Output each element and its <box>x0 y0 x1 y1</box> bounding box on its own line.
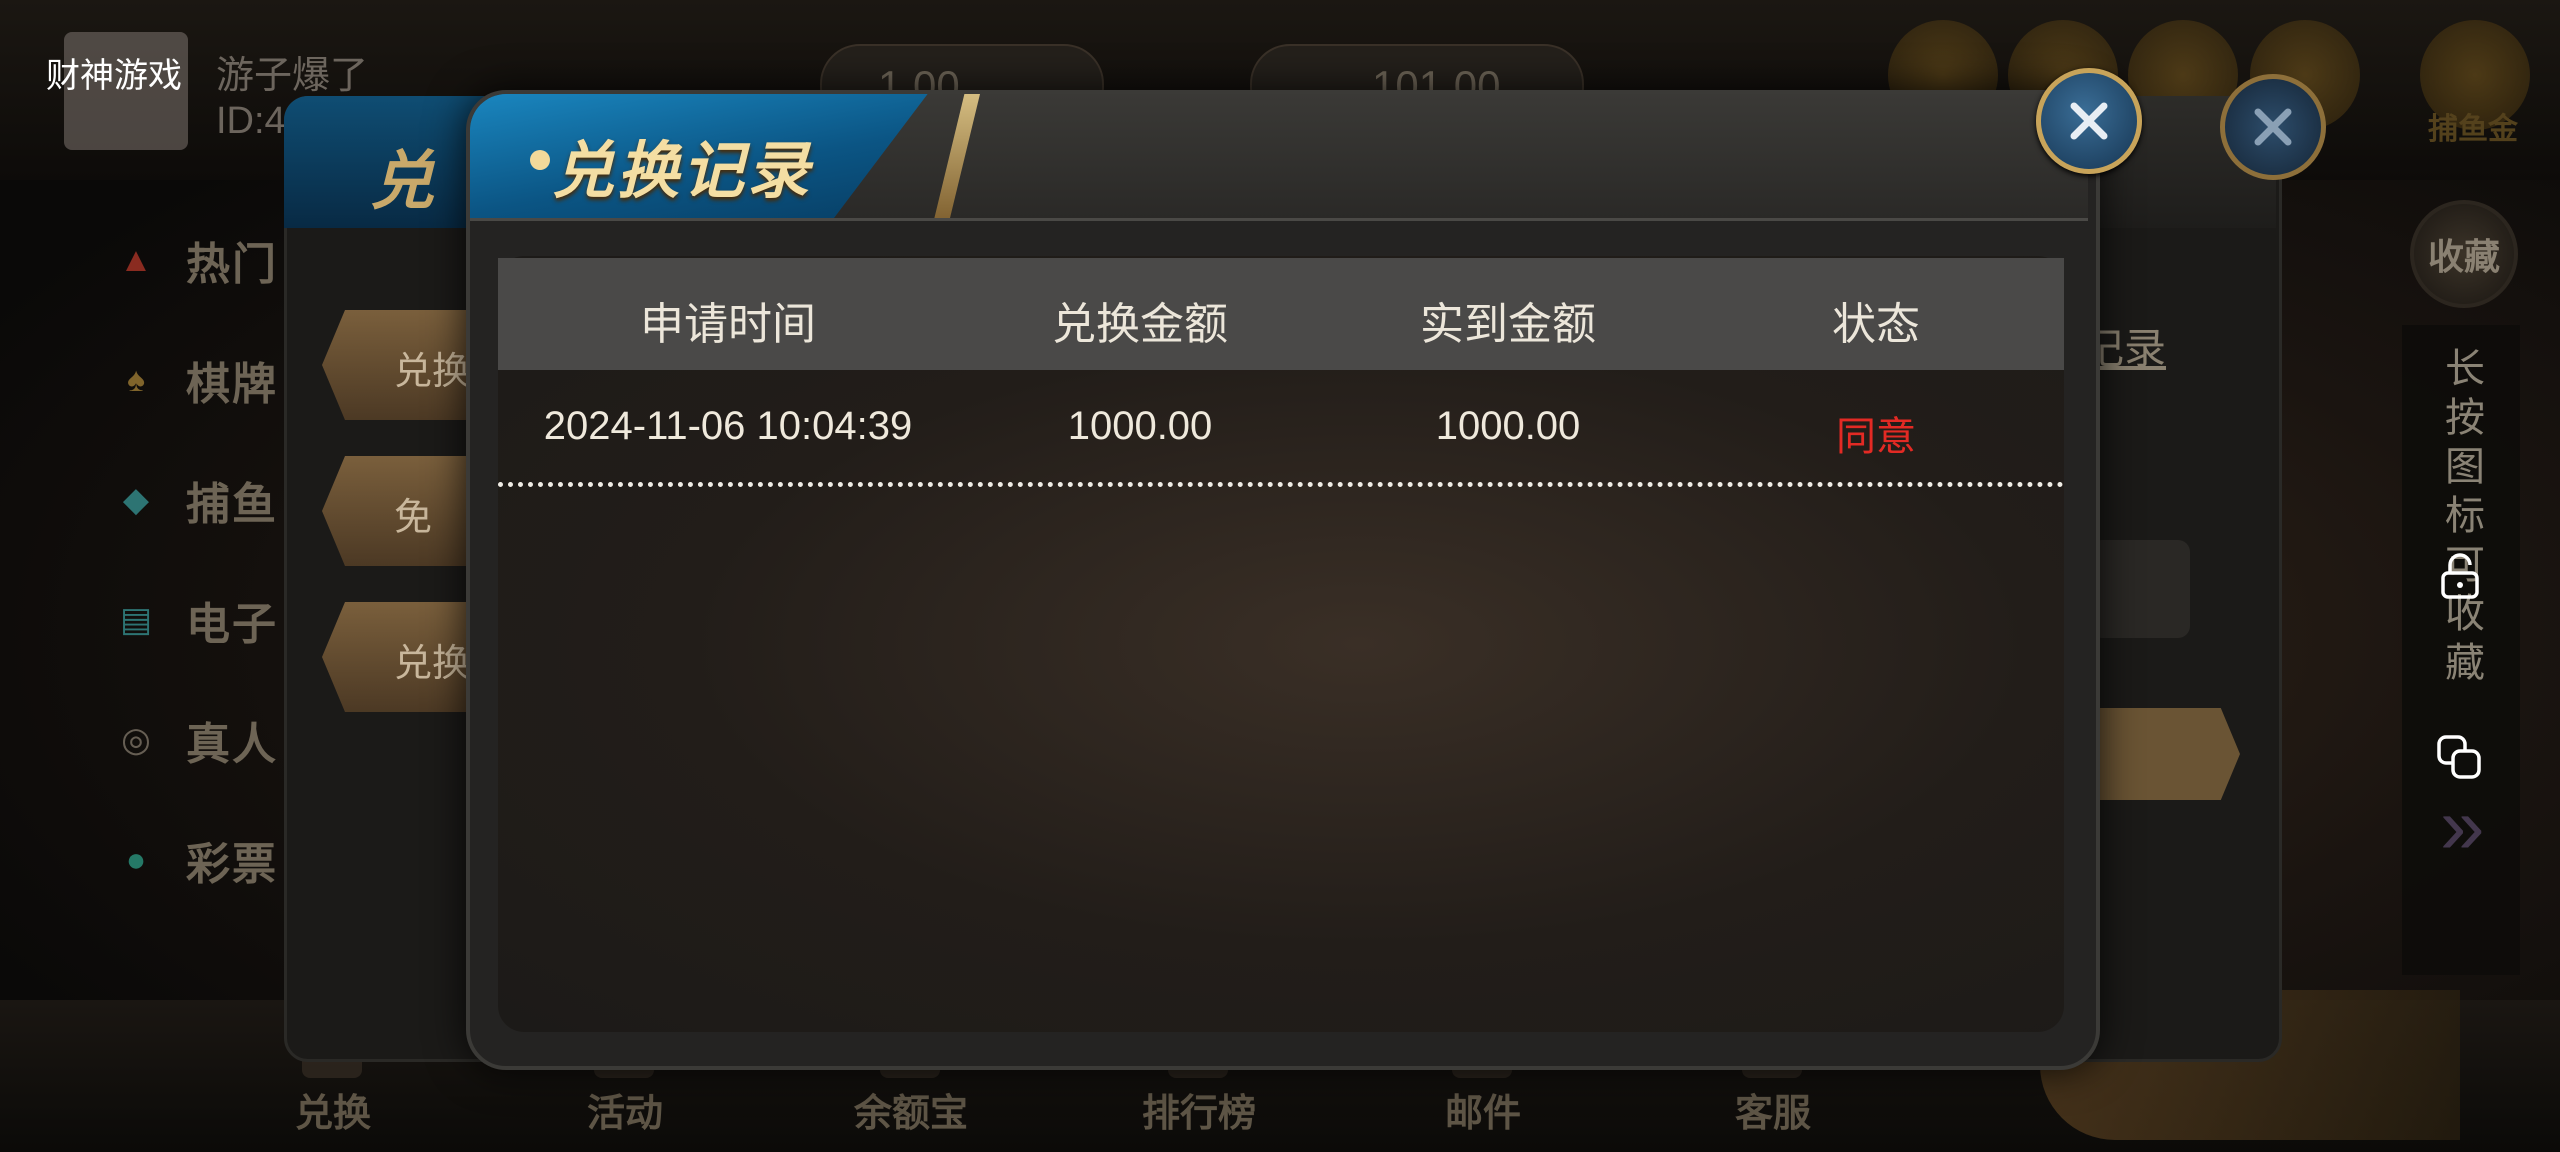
nav-exchange[interactable]: 兑换 <box>248 1082 418 1137</box>
slot-machine-icon: ▤ <box>119 601 153 639</box>
column-header-time: 申请时间 <box>640 300 816 349</box>
shark-icon: ◆ <box>122 481 150 519</box>
unlock-icon[interactable] <box>2432 548 2488 604</box>
menu-item-live[interactable]: ◎ 真人 <box>90 695 290 785</box>
column-header-amount: 兑换金额 <box>1052 300 1228 349</box>
username: 游子爆了 <box>216 55 369 97</box>
menu-item-fishing[interactable]: ◆ 捕鱼 <box>90 455 290 545</box>
row-divider <box>498 482 2064 487</box>
nav-support[interactable]: 客服 <box>1688 1082 1858 1137</box>
background-dialog-title: 兑 <box>370 145 434 217</box>
menu-label: 热门 <box>186 240 278 289</box>
menu-item-slots[interactable]: ▤ 电子 <box>90 575 290 665</box>
row-time: 2024-11-06 10:04:39 <box>543 404 913 448</box>
nav-balance-treasure[interactable]: 余额宝 <box>826 1082 996 1137</box>
menu-label: 彩票 <box>186 840 278 889</box>
menu-label: 真人 <box>186 720 278 769</box>
hot-icon: ▲ <box>119 240 153 279</box>
side-button-label: 兑换 <box>394 643 471 685</box>
column-header-status: 状态 <box>1832 300 1920 349</box>
row-amount: 1000.00 <box>1067 404 1213 448</box>
app-title: 财神游戏 <box>46 57 182 95</box>
copy-window-icon[interactable] <box>2432 730 2488 786</box>
menu-item-hot[interactable]: ▲ 热门 <box>90 215 290 305</box>
close-button[interactable] <box>2036 68 2142 174</box>
side-button-label: 免 <box>394 497 433 539</box>
menu-label: 捕鱼 <box>186 480 278 529</box>
menu-label: 电子 <box>186 600 278 649</box>
favorite-hint: 长按图标可收藏 <box>2445 347 2485 685</box>
nav-mail[interactable]: 邮件 <box>1398 1082 1568 1137</box>
column-header-received: 实到金额 <box>1420 300 1596 349</box>
user-id: ID:4 <box>216 100 286 142</box>
dialog-title: 兑换记录 <box>552 137 813 206</box>
background-close-button[interactable] <box>2220 74 2326 180</box>
nav-activity[interactable]: 活动 <box>540 1082 710 1137</box>
menu-item-lottery[interactable]: ● 彩票 <box>90 815 290 905</box>
menu-label: 棋牌 <box>186 360 278 409</box>
favorite-button[interactable]: 收藏 <box>2410 200 2518 308</box>
row-status: 同意 <box>1836 415 1916 459</box>
fishing-gold-label: 捕鱼金 <box>2428 113 2518 146</box>
fishing-gold-badge[interactable]: 捕鱼金 <box>2420 20 2530 146</box>
row-received: 1000.00 <box>1435 404 1581 448</box>
menu-item-cards[interactable]: ♠ 棋牌 <box>90 335 290 425</box>
lottery-icon: ● <box>125 840 147 879</box>
copy-icon-svg <box>2437 735 2481 779</box>
background-confirm-button[interactable] <box>2080 708 2240 800</box>
spade-icon: ♠ <box>126 360 146 399</box>
background-input[interactable] <box>2090 540 2190 638</box>
close-icon <box>2070 102 2108 140</box>
title-bullet-icon <box>530 150 550 170</box>
roulette-icon: ◎ <box>121 721 151 759</box>
side-button-label: 兑换 <box>394 351 471 393</box>
lock-icon-svg <box>2441 553 2479 599</box>
close-icon <box>2254 108 2292 146</box>
nav-ranking[interactable]: 排行榜 <box>1114 1082 1284 1137</box>
chevron-right-icon[interactable]: » <box>2440 780 2485 872</box>
favorite-label: 收藏 <box>2427 236 2500 277</box>
